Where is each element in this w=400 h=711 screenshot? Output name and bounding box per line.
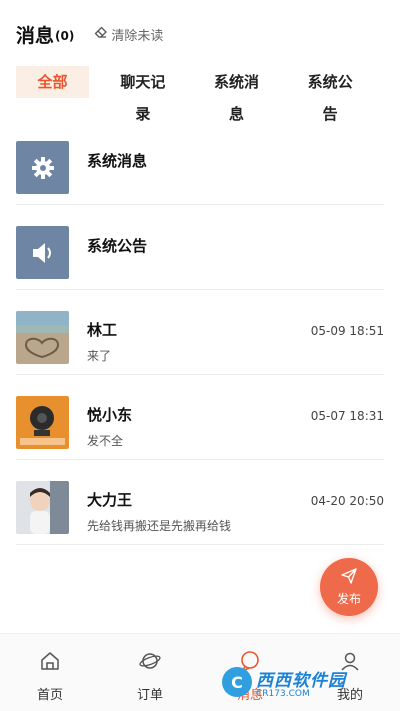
clear-unread-button[interactable]: 清除未读 — [94, 25, 163, 44]
eraser-icon — [94, 25, 111, 43]
tab-system-messages[interactable]: 系统消息 — [197, 66, 277, 123]
contact-name: 林工 — [87, 321, 118, 339]
avatar — [16, 396, 69, 449]
contact-name: 系统消息 — [87, 152, 148, 170]
contact-name: 大力王 — [87, 491, 133, 509]
speaker-icon — [16, 226, 69, 279]
header: 消息 (0) 清除未读 — [16, 20, 384, 48]
tab-bar: 全部 聊天记录 系统消息 系统公告 — [16, 66, 384, 123]
list-item[interactable]: 系统消息 — [16, 120, 384, 205]
list-item[interactable]: 林工 05-09 18:51 来了 — [16, 290, 384, 375]
list-item[interactable]: 大力王 04-20 20:50 先给钱再搬还是先搬再给钱 — [16, 460, 384, 545]
message-time: 05-09 18:51 — [310, 324, 384, 338]
contact-name: 系统公告 — [87, 237, 148, 255]
message-preview: 先给钱再搬还是先搬再给钱 — [87, 519, 232, 533]
message-time: 05-07 18:31 — [310, 409, 384, 423]
nav-orders[interactable]: 订单 — [100, 634, 200, 711]
paper-plane-icon — [341, 567, 357, 588]
message-time: 04-20 20:50 — [310, 494, 384, 508]
home-icon — [39, 650, 61, 676]
list-item[interactable]: 悦小东 05-07 18:31 发不全 — [16, 375, 384, 460]
page-title: 消息 — [16, 24, 55, 47]
unread-count: (0) — [55, 29, 75, 43]
clear-unread-label: 清除未读 — [111, 28, 164, 44]
nav-home-label: 首页 — [36, 688, 63, 703]
list-item[interactable]: 系统公告 — [16, 205, 384, 290]
watermark: C 西西软件园 CR173.COM — [222, 662, 382, 702]
message-preview: 来了 — [87, 349, 112, 363]
message-preview: 发不全 — [87, 434, 124, 448]
planet-icon — [139, 650, 161, 676]
nav-orders-label: 订单 — [136, 688, 163, 703]
watermark-sub: CR173.COM — [256, 688, 310, 699]
message-list: 系统消息 系统公告 林工 05-09 18:51 来了 悦小东 05-07 18… — [16, 120, 384, 545]
contact-name: 悦小东 — [87, 406, 133, 424]
watermark-main: 西西软件园 — [256, 670, 346, 691]
watermark-logo-icon: C — [222, 667, 252, 697]
publish-button[interactable]: 发布 — [320, 558, 378, 616]
gear-icon — [16, 141, 69, 194]
avatar — [16, 481, 69, 534]
nav-home[interactable]: 首页 — [0, 634, 100, 711]
tab-system-notices[interactable]: 系统公告 — [290, 66, 370, 123]
avatar — [16, 311, 69, 364]
tab-chat-history[interactable]: 聊天记录 — [103, 66, 183, 123]
tab-all[interactable]: 全部 — [16, 66, 90, 98]
publish-label: 发布 — [336, 591, 361, 606]
